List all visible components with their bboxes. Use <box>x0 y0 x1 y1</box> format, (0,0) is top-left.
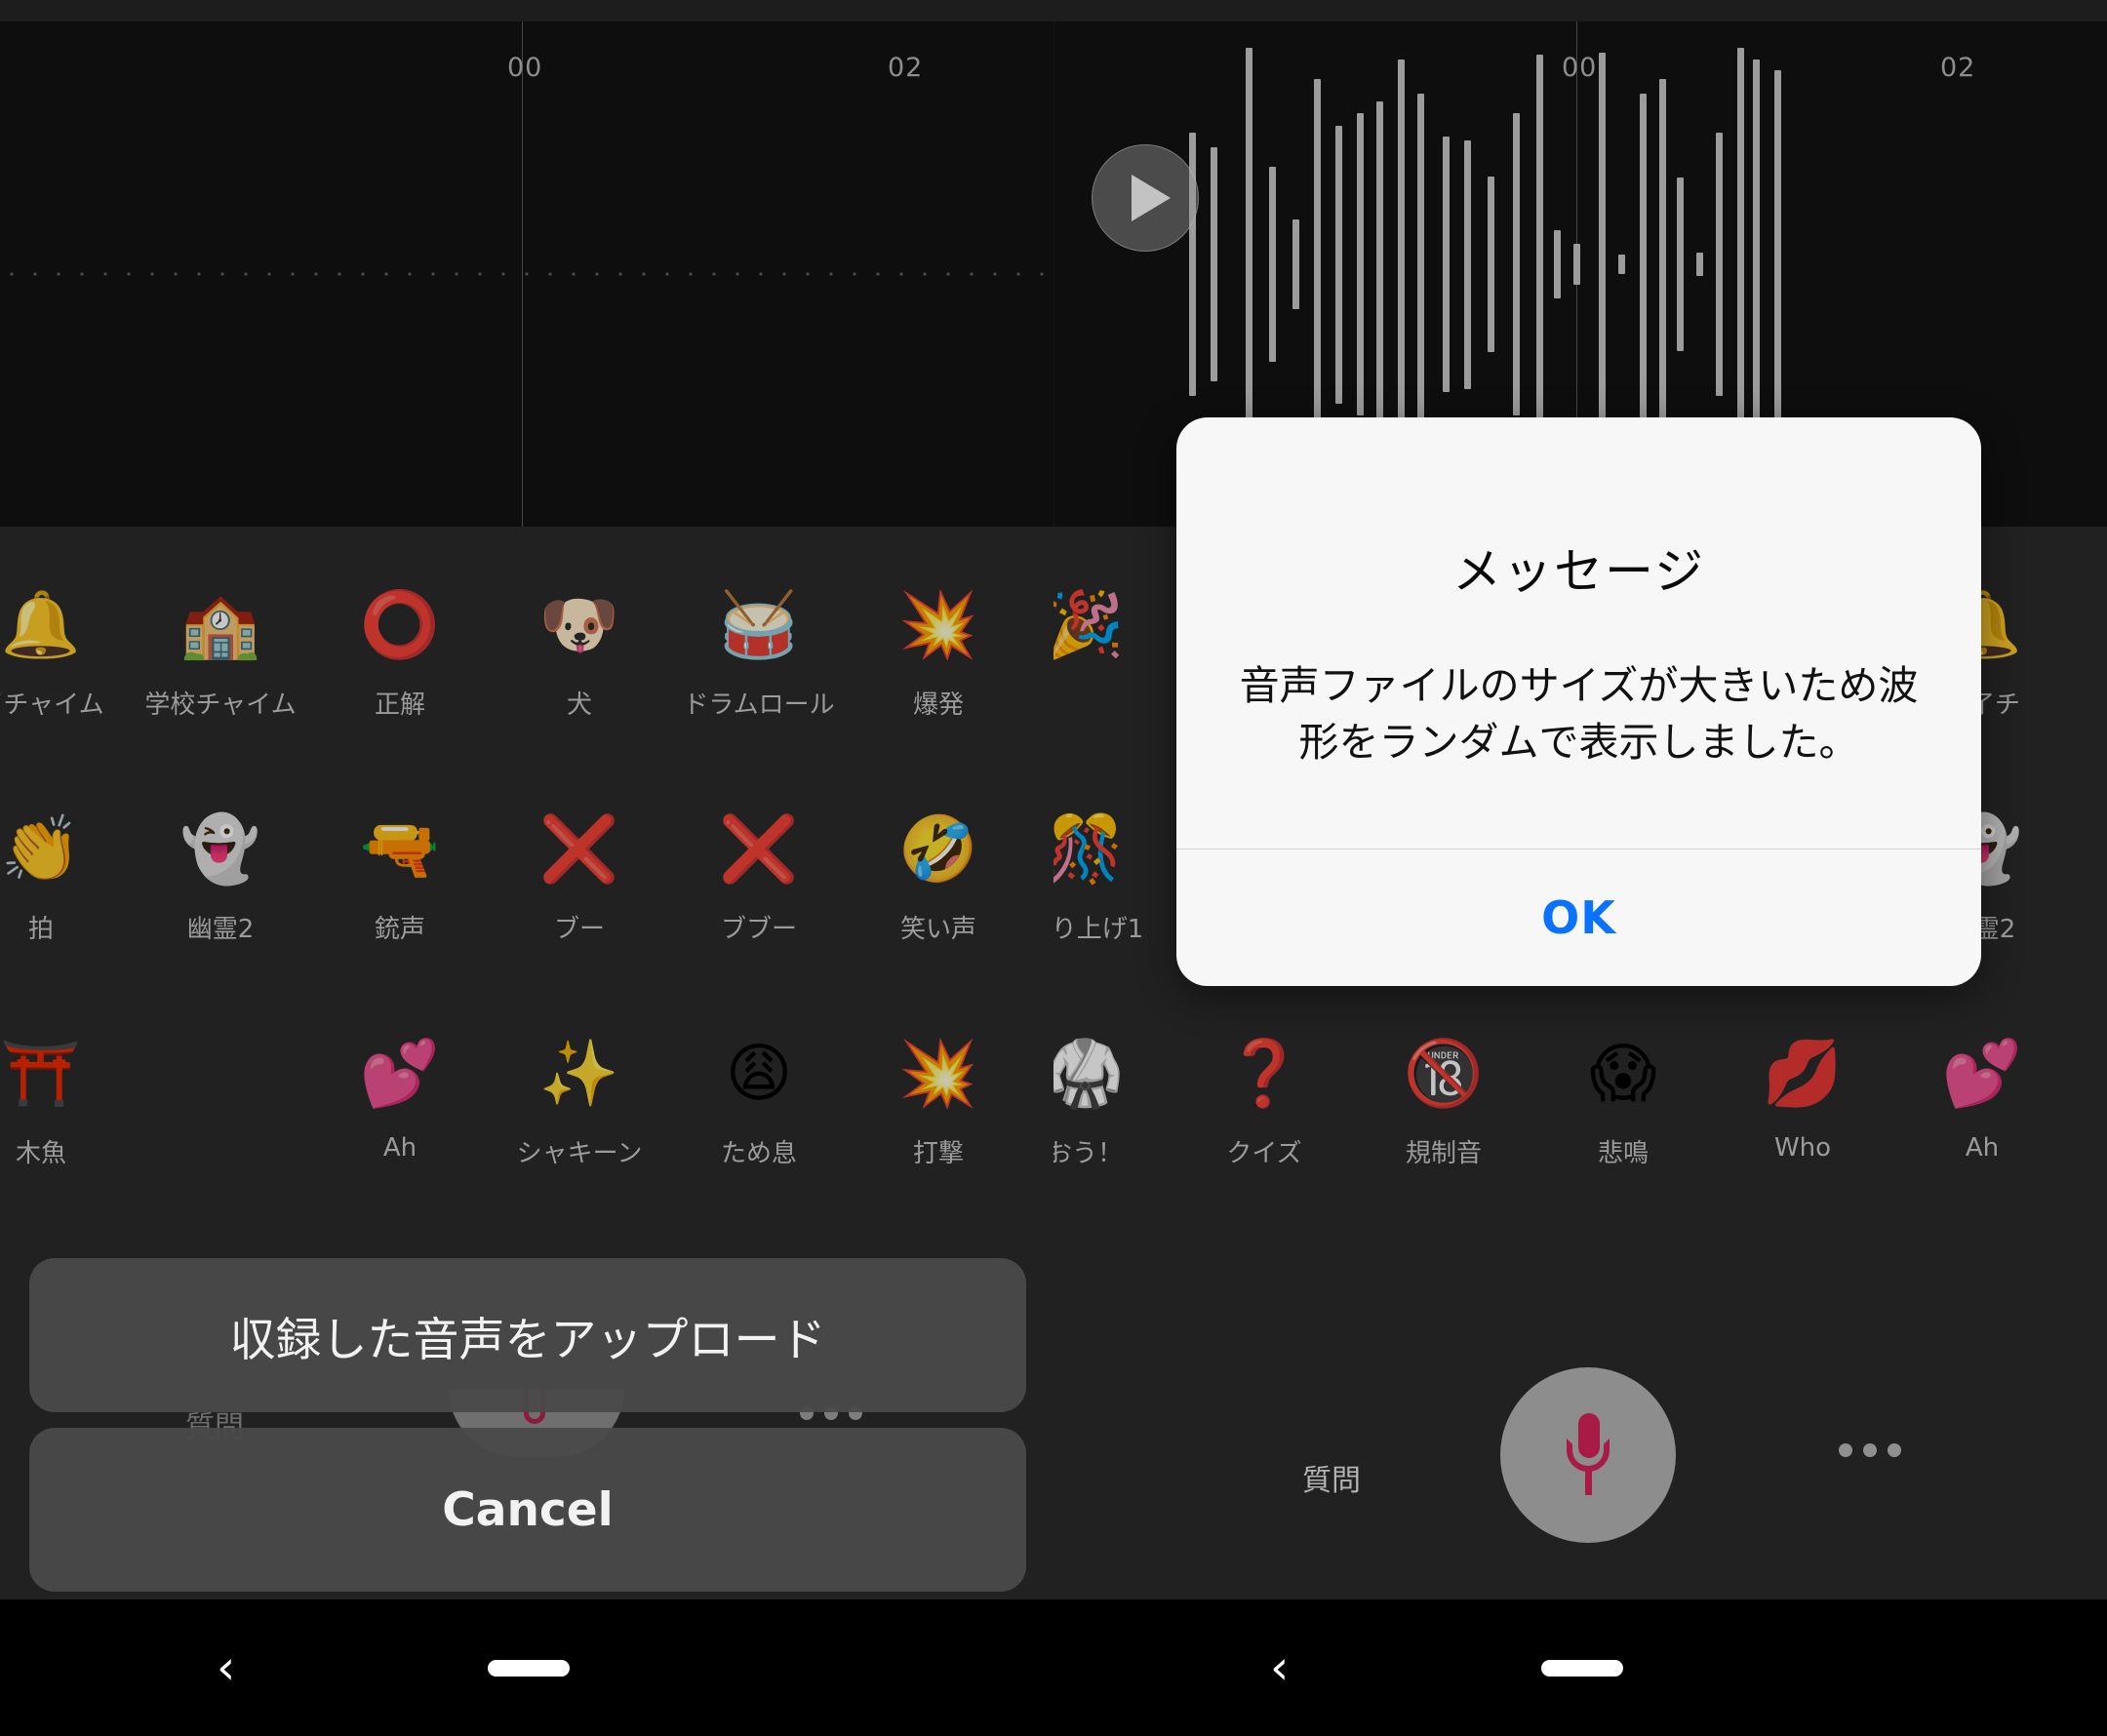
dialog-ok-button[interactable]: OK <box>1176 849 1981 986</box>
home-pill-icon[interactable] <box>488 1660 570 1677</box>
back-icon[interactable]: ‹ <box>1270 1644 1289 1691</box>
android-nav-bar-left: ‹ <box>0 1599 1054 1736</box>
message-dialog: メッセージ 音声ファイルのサイズが大きいため波形をランダムで表示しました。 OK <box>1176 417 1981 987</box>
android-nav-bar-right: ‹ <box>1054 1599 2107 1736</box>
home-pill-icon[interactable] <box>1541 1660 1623 1677</box>
screen-root: 00 02 00 02 🔔了チャイム🏫学校チャイム⭕正解🐶犬🥁ドラムロール💥爆発… <box>0 0 2107 1736</box>
dialog-title: メッセージ <box>1452 543 1705 600</box>
back-icon[interactable]: ‹ <box>217 1644 235 1691</box>
dialog-message: 音声ファイルのサイズが大きいため波形をランダムで表示しました。 <box>1239 662 1919 767</box>
